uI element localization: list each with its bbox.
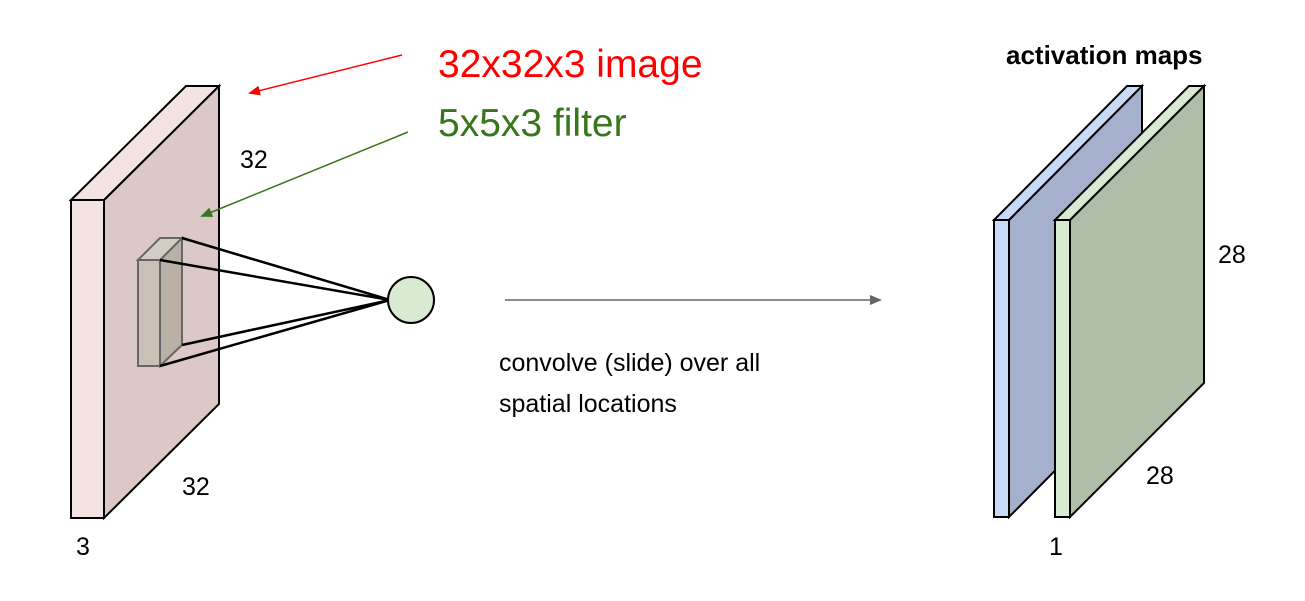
image-pointer-arrow xyxy=(248,54,403,96)
neuron xyxy=(387,276,435,324)
filter-volume-front xyxy=(137,259,161,367)
input-volume-front xyxy=(70,199,105,519)
activation-map-green-front xyxy=(1054,219,1071,518)
operation-line-1: convolve (slide) over all xyxy=(499,349,760,377)
operation-line-2: spatial locations xyxy=(499,390,677,418)
filter-volume xyxy=(135,235,185,369)
output-height-label: 28 xyxy=(1218,241,1246,269)
input-width-label: 32 xyxy=(182,473,210,501)
diagram-title: activation maps xyxy=(1006,40,1203,70)
convolution-diagram: 32x32x3 image 5x5x3 filter 32 32 3 convo… xyxy=(68,40,1246,561)
output-depth-label: 1 xyxy=(1049,533,1063,561)
output-width-label: 28 xyxy=(1146,462,1174,490)
input-depth-label: 3 xyxy=(76,533,90,561)
image-label: 32x32x3 image xyxy=(438,43,703,86)
input-height-label: 32 xyxy=(240,146,268,174)
filter-label: 5x5x3 filter xyxy=(438,102,627,145)
activation-map-blue-front xyxy=(993,219,1010,518)
filter-pointer-arrow xyxy=(200,131,409,217)
